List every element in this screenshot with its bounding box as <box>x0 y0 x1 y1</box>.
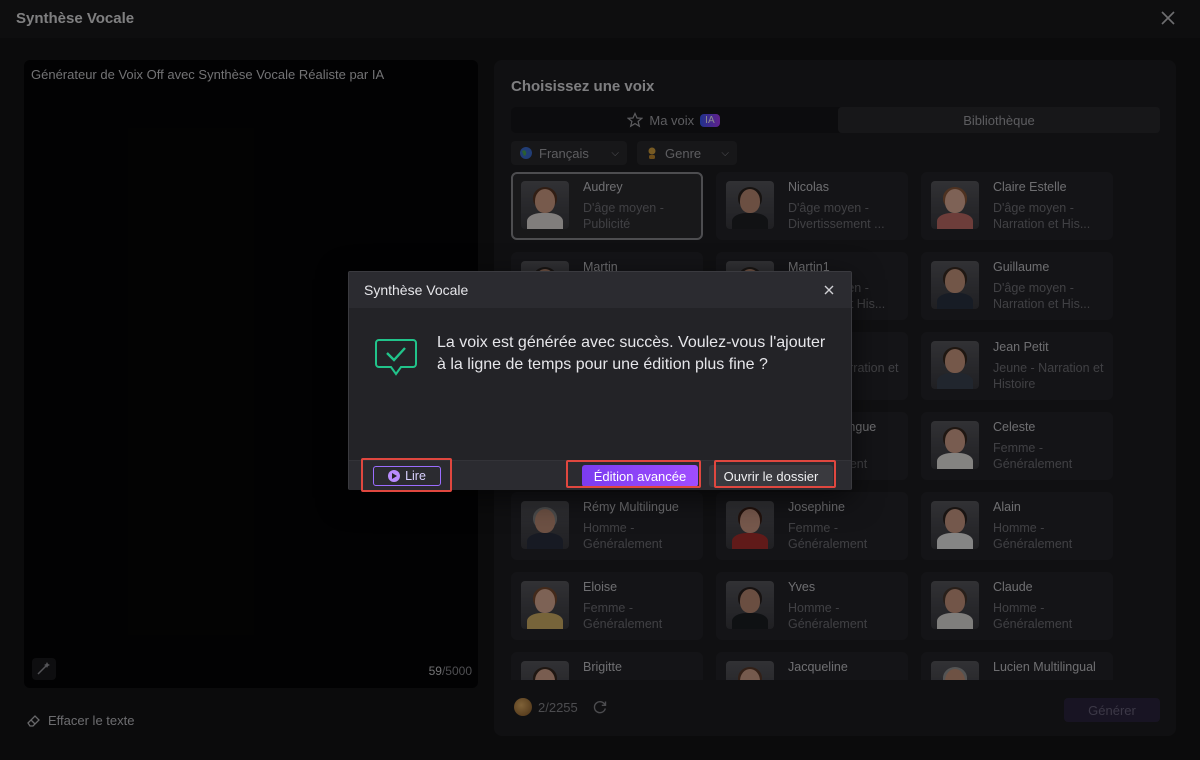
close-icon[interactable] <box>821 282 837 298</box>
play-button[interactable]: Lire <box>373 466 441 486</box>
dialog-title: Synthèse Vocale <box>364 282 469 298</box>
tts-window: Synthèse Vocale Générateur de Voix Off a… <box>0 0 1200 760</box>
success-dialog: Synthèse Vocale La voix est générée avec… <box>348 271 852 490</box>
advanced-edit-button[interactable]: Édition avancée <box>582 465 698 487</box>
play-label: Lire <box>405 469 426 483</box>
play-icon <box>388 470 401 482</box>
dialog-message: La voix est générée avec succès. Voulez-… <box>437 334 826 373</box>
success-check-icon <box>375 339 417 376</box>
dialog-header: Synthèse Vocale <box>349 272 851 308</box>
dialog-footer: Lire Édition avancée Ouvrir le dossier <box>349 460 851 490</box>
open-folder-button[interactable]: Ouvrir le dossier <box>709 465 833 487</box>
